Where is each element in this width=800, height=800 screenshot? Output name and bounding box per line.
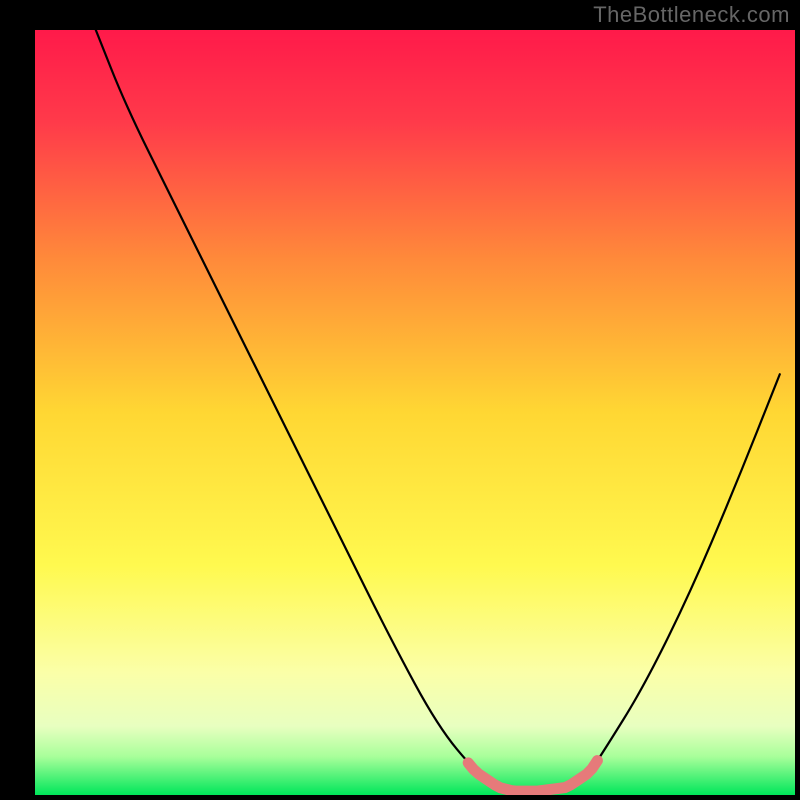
chart-container: TheBottleneck.com (0, 0, 800, 800)
bottleneck-chart (0, 0, 800, 800)
gradient-background (35, 30, 795, 795)
watermark-text: TheBottleneck.com (593, 2, 790, 28)
